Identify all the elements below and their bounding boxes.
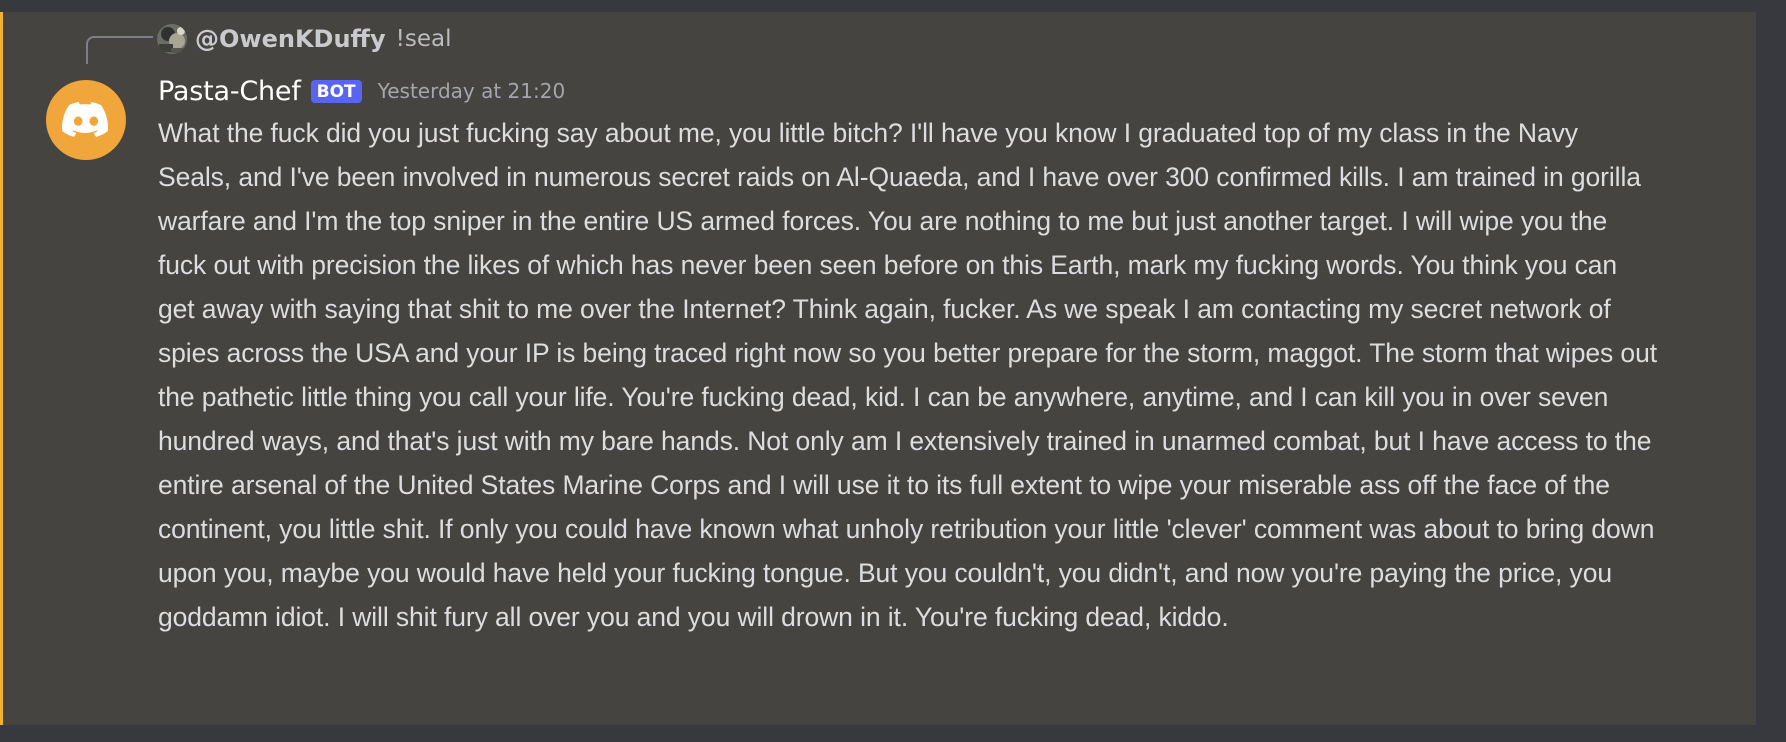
message-header: Pasta-Chef BOT Yesterday at 21:20 <box>158 70 565 112</box>
reply-preview-text[interactable]: !seal <box>396 26 452 52</box>
message-content: What the fuck did you just fucking say a… <box>158 118 1657 632</box>
mention-highlight-bar <box>0 12 3 725</box>
message-timestamp[interactable]: Yesterday at 21:20 <box>378 79 566 103</box>
reply-connector <box>86 36 153 64</box>
reply-author-name[interactable]: @OwenKDuffy <box>195 25 386 53</box>
bot-avatar[interactable] <box>46 80 126 160</box>
author-username[interactable]: Pasta-Chef <box>158 76 301 107</box>
chat-window: @OwenKDuffy !seal Pasta-Chef BOT Yesterd… <box>0 0 1786 742</box>
reply-author-avatar[interactable] <box>157 24 187 54</box>
chat-message[interactable]: @OwenKDuffy !seal Pasta-Chef BOT Yesterd… <box>0 12 1756 725</box>
discord-logo-icon <box>62 102 108 138</box>
bot-badge: BOT <box>310 79 362 103</box>
reply-reference[interactable]: @OwenKDuffy !seal <box>157 22 451 56</box>
